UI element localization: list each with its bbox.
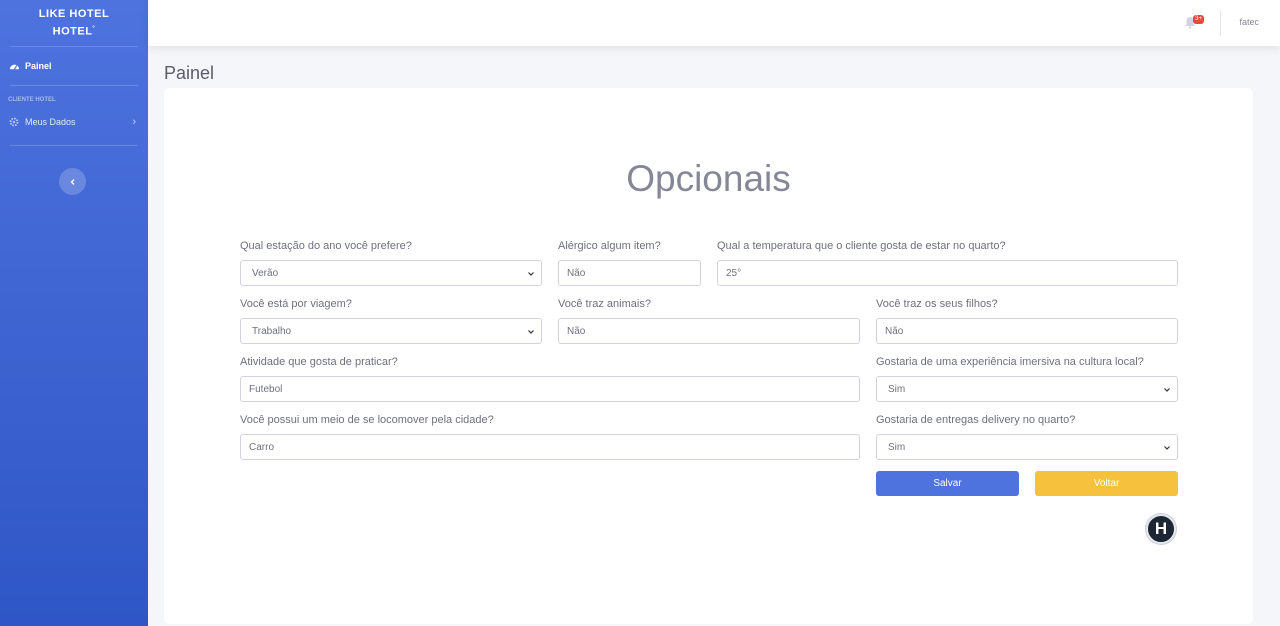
back-button[interactable]: Voltar	[1035, 471, 1178, 496]
delivery-label: Gostaria de entregas delivery no quarto?	[876, 414, 1076, 426]
chevron-right-icon: ›	[132, 116, 136, 128]
locomover-value: Carro	[249, 441, 275, 453]
filhos-input[interactable]: Não	[876, 318, 1178, 344]
topbar-divider	[1220, 10, 1221, 36]
alergico-value: Não	[567, 267, 586, 279]
page-title: Painel	[164, 63, 215, 83]
atividade-input[interactable]: Futebol	[240, 376, 860, 402]
sidebar-divider	[10, 145, 138, 146]
sidebar-item-label: Painel	[25, 61, 52, 71]
brand-mark: °	[92, 25, 96, 32]
animais-input[interactable]: Não	[558, 318, 860, 344]
content-card: Opcionais Qual estação do ano você prefe…	[164, 88, 1253, 624]
floating-h-logo[interactable]: H	[1146, 514, 1176, 544]
cultura-label: Gostaria de uma experiência imersiva na …	[876, 356, 1144, 368]
chevron-down-icon	[528, 330, 534, 334]
delivery-value: Sim	[888, 441, 906, 453]
cultura-select[interactable]: Sim	[876, 376, 1178, 402]
chevron-left-icon	[70, 178, 74, 185]
estacao-value: Verão	[252, 267, 279, 279]
sidebar-brand[interactable]: LIKE HOTEL HOTEL°	[0, 0, 148, 46]
alergico-input[interactable]: Não	[558, 260, 701, 286]
estacao-select[interactable]: Verão	[240, 260, 542, 286]
save-button[interactable]: Salvar	[876, 471, 1019, 496]
dashboard-icon	[8, 60, 20, 72]
temperatura-value: 25°	[726, 267, 742, 279]
sidebar-item-painel[interactable]: Painel	[0, 47, 148, 85]
sidebar-item-meus-dados[interactable]: Meus Dados ›	[0, 107, 148, 137]
viagem-value: Trabalho	[252, 325, 292, 337]
notification-badge: 3+	[1193, 15, 1204, 24]
sidebar-toggle-button[interactable]	[59, 168, 86, 195]
animais-label: Você traz animais?	[558, 298, 651, 310]
delivery-select[interactable]: Sim	[876, 434, 1178, 460]
chevron-down-icon	[1164, 388, 1170, 392]
sidebar: LIKE HOTEL HOTEL° Painel CLIENTE HOTEL M…	[0, 0, 148, 626]
atividade-value: Futebol	[249, 383, 283, 395]
sidebar-item-label: Meus Dados	[25, 117, 76, 127]
estacao-label: Qual estação do ano você prefere?	[240, 240, 412, 252]
gear-icon	[8, 116, 20, 128]
filhos-value: Não	[885, 325, 904, 337]
atividade-label: Atividade que gosta de praticar?	[240, 356, 398, 368]
chevron-down-icon	[1164, 446, 1170, 450]
viagem-select[interactable]: Trabalho	[240, 318, 542, 344]
cultura-value: Sim	[888, 383, 906, 395]
form-heading: Opcionais	[626, 158, 791, 199]
alergico-label: Alérgico algum item?	[558, 240, 661, 252]
viagem-label: Você está por viagem?	[240, 298, 352, 310]
chevron-down-icon	[528, 272, 534, 276]
sidebar-section-heading: CLIENTE HOTEL	[8, 97, 56, 103]
brand-line2: HOTEL	[52, 25, 93, 38]
topbar: 3+ fatec	[148, 0, 1280, 46]
temperatura-label: Qual a temperatura que o cliente gosta d…	[717, 240, 1006, 252]
locomover-input[interactable]: Carro	[240, 434, 860, 460]
user-name[interactable]: fatec	[1239, 17, 1259, 27]
filhos-label: Você traz os seus filhos?	[876, 298, 998, 310]
temperatura-input[interactable]: 25°	[717, 260, 1178, 286]
locomover-label: Você possui um meio de se locomover pela…	[240, 414, 494, 426]
animais-value: Não	[567, 325, 586, 337]
brand-line1: LIKE HOTEL	[38, 7, 110, 20]
